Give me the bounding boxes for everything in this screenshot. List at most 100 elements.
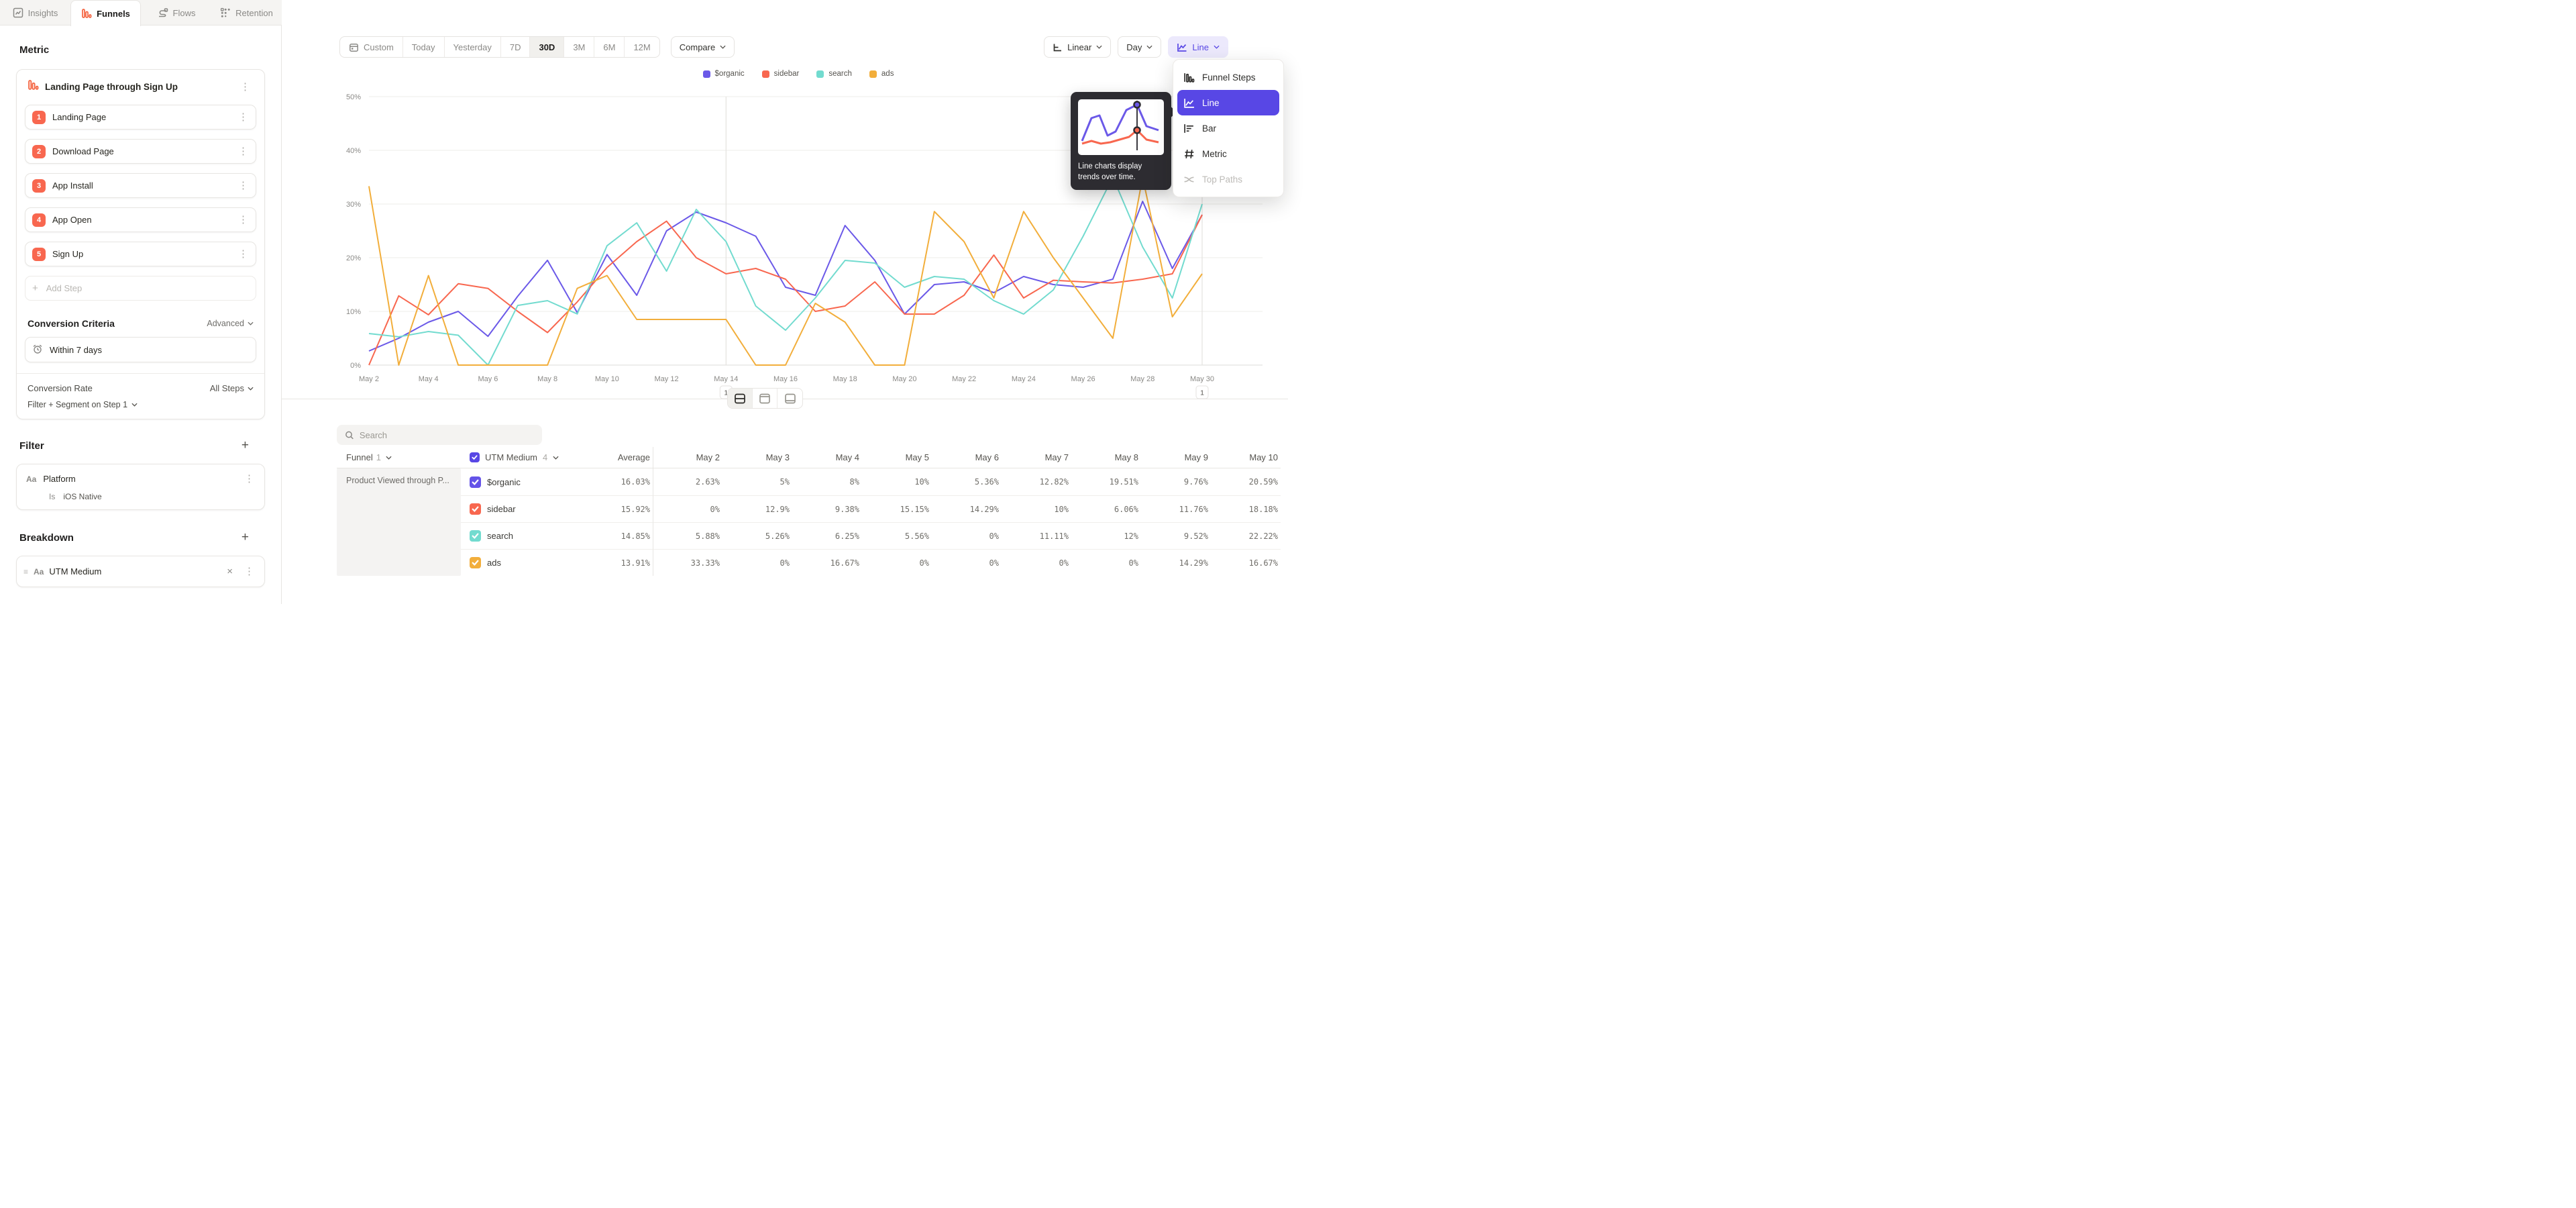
funnel-name-cell[interactable]: Product Viewed through P... [337, 468, 461, 576]
header-label: May 10 [1249, 452, 1278, 462]
table-row-label[interactable]: $organic [461, 468, 604, 495]
filter-operator[interactable]: Is [49, 492, 55, 501]
range-6m[interactable]: 6M [594, 37, 625, 57]
x-axis-label: May 4 [419, 375, 439, 383]
tab-funnels[interactable]: Funnels [70, 0, 141, 26]
interval-dropdown[interactable]: Day [1118, 36, 1161, 58]
menu-item-line[interactable]: Line [1177, 90, 1279, 115]
layout-chart-only-toggle[interactable] [753, 389, 777, 408]
range-today[interactable]: Today [403, 37, 445, 57]
tab-insights[interactable]: Insights [0, 0, 70, 26]
funnel-step-row[interactable]: 2 Download Page ⋮ [25, 139, 256, 164]
tab-flows[interactable]: Flows [141, 0, 211, 26]
all-steps-dropdown[interactable]: All Steps [210, 383, 254, 393]
value-cell: 16.67% [1211, 549, 1281, 576]
kebab-menu-icon[interactable]: ⋮ [235, 248, 252, 260]
range-3m[interactable]: 3M [564, 37, 594, 57]
value-cell: 11.11% [1002, 522, 1071, 549]
add-step-button[interactable]: + Add Step [25, 276, 256, 301]
funnel-step-row[interactable]: 5 Sign Up ⋮ [25, 242, 256, 266]
layout-table-only-toggle[interactable] [777, 389, 802, 408]
annotation-badge[interactable]: 1 [1196, 386, 1208, 399]
tab-retention[interactable]: Retention [211, 0, 282, 26]
linear-scale-icon [1053, 42, 1063, 52]
date-column-header[interactable]: May 8 [1071, 447, 1141, 468]
range-yesterday[interactable]: Yesterday [445, 37, 501, 57]
range-label: Yesterday [453, 42, 492, 52]
header-label: May 8 [1115, 452, 1138, 462]
legend-label: ads [881, 70, 894, 78]
checked-checkbox[interactable] [470, 557, 481, 568]
kebab-menu-icon[interactable]: ⋮ [241, 565, 258, 578]
kebab-menu-icon[interactable]: ⋮ [241, 472, 258, 485]
search-input[interactable] [360, 430, 534, 440]
range-custom[interactable]: Custom [340, 37, 403, 57]
date-column-header[interactable]: May 2 [653, 447, 722, 468]
menu-item-metric[interactable]: Metric [1177, 141, 1279, 166]
add-breakdown-button[interactable]: + [241, 530, 249, 545]
layout-toggle-group [727, 388, 803, 409]
table-row-label[interactable]: search [461, 522, 604, 549]
legend-item-sidebar[interactable]: sidebar [762, 70, 800, 78]
add-filter-button[interactable]: + [241, 438, 249, 453]
legend-item-ads[interactable]: ads [869, 70, 894, 78]
kebab-menu-icon[interactable]: ⋮ [235, 111, 252, 123]
average-column-header[interactable]: Average [604, 447, 653, 468]
chart-type-dropdown[interactable]: Line [1168, 36, 1228, 58]
step-label: App Open [52, 215, 228, 225]
x-axis-label: May 20 [892, 375, 916, 383]
table-row-label[interactable]: sidebar [461, 495, 604, 522]
funnel-step-row[interactable]: 3 App Install ⋮ [25, 173, 256, 198]
date-column-header[interactable]: May 9 [1141, 447, 1211, 468]
metric-section-title: Metric [19, 44, 265, 56]
kebab-menu-icon[interactable]: ⋮ [237, 81, 254, 93]
date-column-header[interactable]: May 10 [1211, 447, 1281, 468]
value-cell: 14.29% [1141, 549, 1211, 576]
conversion-window-row[interactable]: Within 7 days [25, 337, 256, 362]
x-axis-label: May 26 [1071, 375, 1095, 383]
legend-item-search[interactable]: search [816, 70, 852, 78]
remove-breakdown-icon[interactable]: × [224, 566, 235, 577]
kebab-menu-icon[interactable]: ⋮ [235, 213, 252, 226]
date-column-header[interactable]: May 7 [1002, 447, 1071, 468]
checked-checkbox[interactable] [470, 476, 481, 488]
date-column-header[interactable]: May 3 [722, 447, 792, 468]
value-cell: 10% [862, 468, 932, 495]
menu-item-funnel-steps[interactable]: Funnel Steps [1177, 64, 1279, 90]
legend-label: sidebar [774, 70, 800, 78]
search-box[interactable] [337, 425, 542, 445]
y-axis-label: 30% [346, 201, 361, 209]
kebab-menu-icon[interactable]: ⋮ [235, 145, 252, 158]
menu-item-bar[interactable]: Bar [1177, 115, 1279, 141]
layout-split-toggle[interactable] [728, 389, 753, 408]
date-column-header[interactable]: May 4 [792, 447, 862, 468]
menu-item-top-paths: Top Paths [1177, 166, 1279, 192]
range-30d[interactable]: 30D [530, 37, 564, 57]
checked-checkbox[interactable] [470, 530, 481, 542]
date-column-header[interactable]: May 5 [862, 447, 932, 468]
filter-segment-toggle[interactable]: Filter + Segment on Step 1 [28, 400, 254, 409]
legend-item-organic[interactable]: $organic [703, 70, 745, 78]
drag-handle-icon[interactable]: ≡ [23, 567, 28, 576]
compare-button[interactable]: Compare [671, 36, 735, 58]
kebab-menu-icon[interactable]: ⋮ [235, 179, 252, 192]
filter-label: Filter [19, 440, 44, 452]
date-column-header[interactable]: May 6 [932, 447, 1002, 468]
range-12m[interactable]: 12M [625, 37, 659, 57]
range-7d[interactable]: 7D [501, 37, 531, 57]
advanced-dropdown[interactable]: Advanced [207, 319, 254, 328]
checked-checkbox[interactable] [470, 452, 480, 462]
funnel-steps-icon [1183, 72, 1195, 83]
table-row-label[interactable]: ads [461, 549, 604, 576]
breakdown-property: UTM Medium [49, 566, 219, 576]
scale-dropdown[interactable]: Linear [1044, 36, 1111, 58]
funnel-step-row[interactable]: 1 Landing Page ⋮ [25, 105, 256, 130]
conversion-criteria-title: Conversion Criteria [28, 318, 115, 329]
breakdown-column-header[interactable]: UTM Medium4 [461, 447, 604, 468]
funnel-column-header[interactable]: Funnel1 [337, 447, 461, 468]
funnel-step-row[interactable]: 4 App Open ⋮ [25, 207, 256, 232]
chevron-down-icon [248, 321, 254, 325]
checked-checkbox[interactable] [470, 503, 481, 515]
line-chart-icon [1177, 42, 1187, 52]
filter-value[interactable]: iOS Native [63, 492, 101, 501]
